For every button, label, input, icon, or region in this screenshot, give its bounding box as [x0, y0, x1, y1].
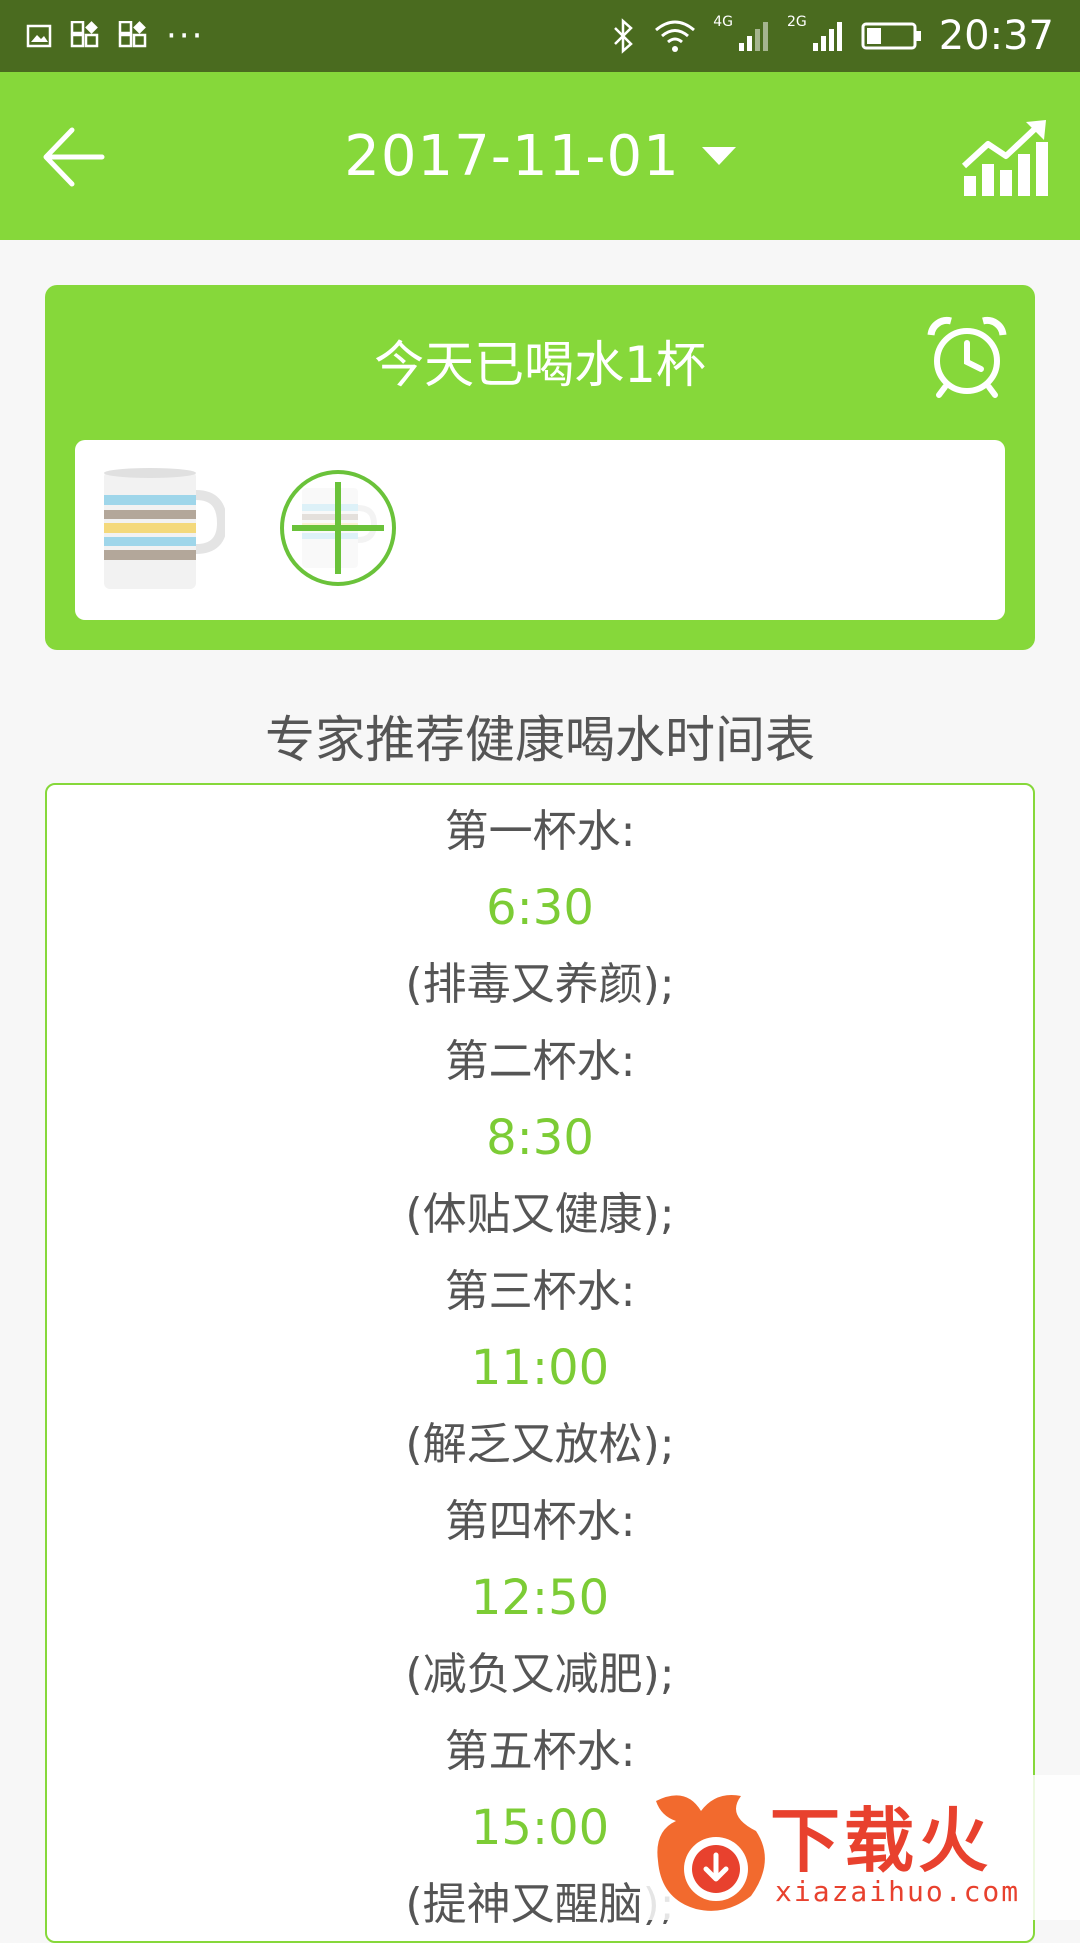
image-icon [26, 24, 52, 48]
status-bar: ··· 4G 2G 20:37 [0, 0, 1080, 72]
app-bar: 2017-11-01 [0, 72, 1080, 240]
water-intake-card: 今天已喝水1杯 [45, 285, 1035, 650]
battery-icon [861, 22, 921, 50]
cups-tray [75, 440, 1005, 620]
entry-label: 第四杯水: [444, 1496, 636, 1547]
dropdown-caret-icon[interactable] [701, 146, 736, 167]
entry-time: 12:50 [470, 1570, 610, 1626]
trend-chart-icon[interactable] [960, 118, 1050, 198]
schedule-heading: 专家推荐健康喝水时间表 [265, 711, 815, 769]
add-cup-button[interactable] [280, 470, 396, 586]
entry-label: 第一杯水: [444, 806, 636, 857]
entry-time: 11:00 [470, 1340, 610, 1396]
water-count-title: 今天已喝水1杯 [374, 336, 706, 394]
network-4g-label: 4G [713, 14, 733, 30]
more-notifications: ··· [166, 16, 205, 56]
status-right: 4G 2G 20:37 [611, 13, 1054, 59]
schedule-list: 第一杯水: 6:30 (排毒又养颜); 第二杯水: 8:30 (体贴又健康); … [45, 783, 1035, 1943]
entry-desc: (解乏又放松); [405, 1419, 675, 1470]
site-watermark: 下载火 xiazaihuo.com [640, 1775, 1080, 1920]
date-picker[interactable]: 2017-11-01 [0, 124, 1080, 189]
entry-label: 第二杯水: [444, 1036, 636, 1087]
entry-desc: (减负又减肥); [405, 1649, 675, 1700]
app-grid-icon [118, 21, 147, 48]
entry-time: 6:30 [486, 880, 594, 936]
status-time: 20:37 [938, 13, 1054, 59]
schedule-entry: 第一杯水: 6:30 (排毒又养颜); [47, 793, 1033, 1023]
entry-label: 第三杯水: [444, 1266, 636, 1317]
entry-desc: (排毒又养颜); [405, 959, 675, 1010]
add-cup-icon[interactable] [284, 474, 392, 582]
status-left: ··· [26, 16, 204, 56]
flame-logo-icon [656, 1795, 765, 1911]
schedule-entry: 第二杯水: 8:30 (体贴又健康); [47, 1023, 1033, 1253]
date-text[interactable]: 2017-11-01 [344, 124, 679, 189]
watermark-text: 下载火 [770, 1800, 992, 1882]
wifi-icon [655, 20, 696, 52]
alarm-clock-icon[interactable] [925, 315, 1009, 399]
entry-desc: (体贴又健康); [405, 1189, 675, 1240]
schedule-entry: 第三杯水: 11:00 (解乏又放松); [47, 1253, 1033, 1483]
watermark-url: xiazaihuo.com [775, 1875, 1021, 1908]
water-cup-icon[interactable] [100, 465, 225, 595]
network-2g-label: 2G [786, 14, 807, 30]
app-grid-icon [70, 21, 99, 48]
entry-time: 8:30 [486, 1110, 594, 1166]
bluetooth-icon [614, 18, 634, 54]
signal-icon [738, 22, 768, 51]
schedule-entry: 第四杯水: 12:50 (减负又减肥); [47, 1483, 1033, 1713]
signal-icon [812, 22, 842, 51]
